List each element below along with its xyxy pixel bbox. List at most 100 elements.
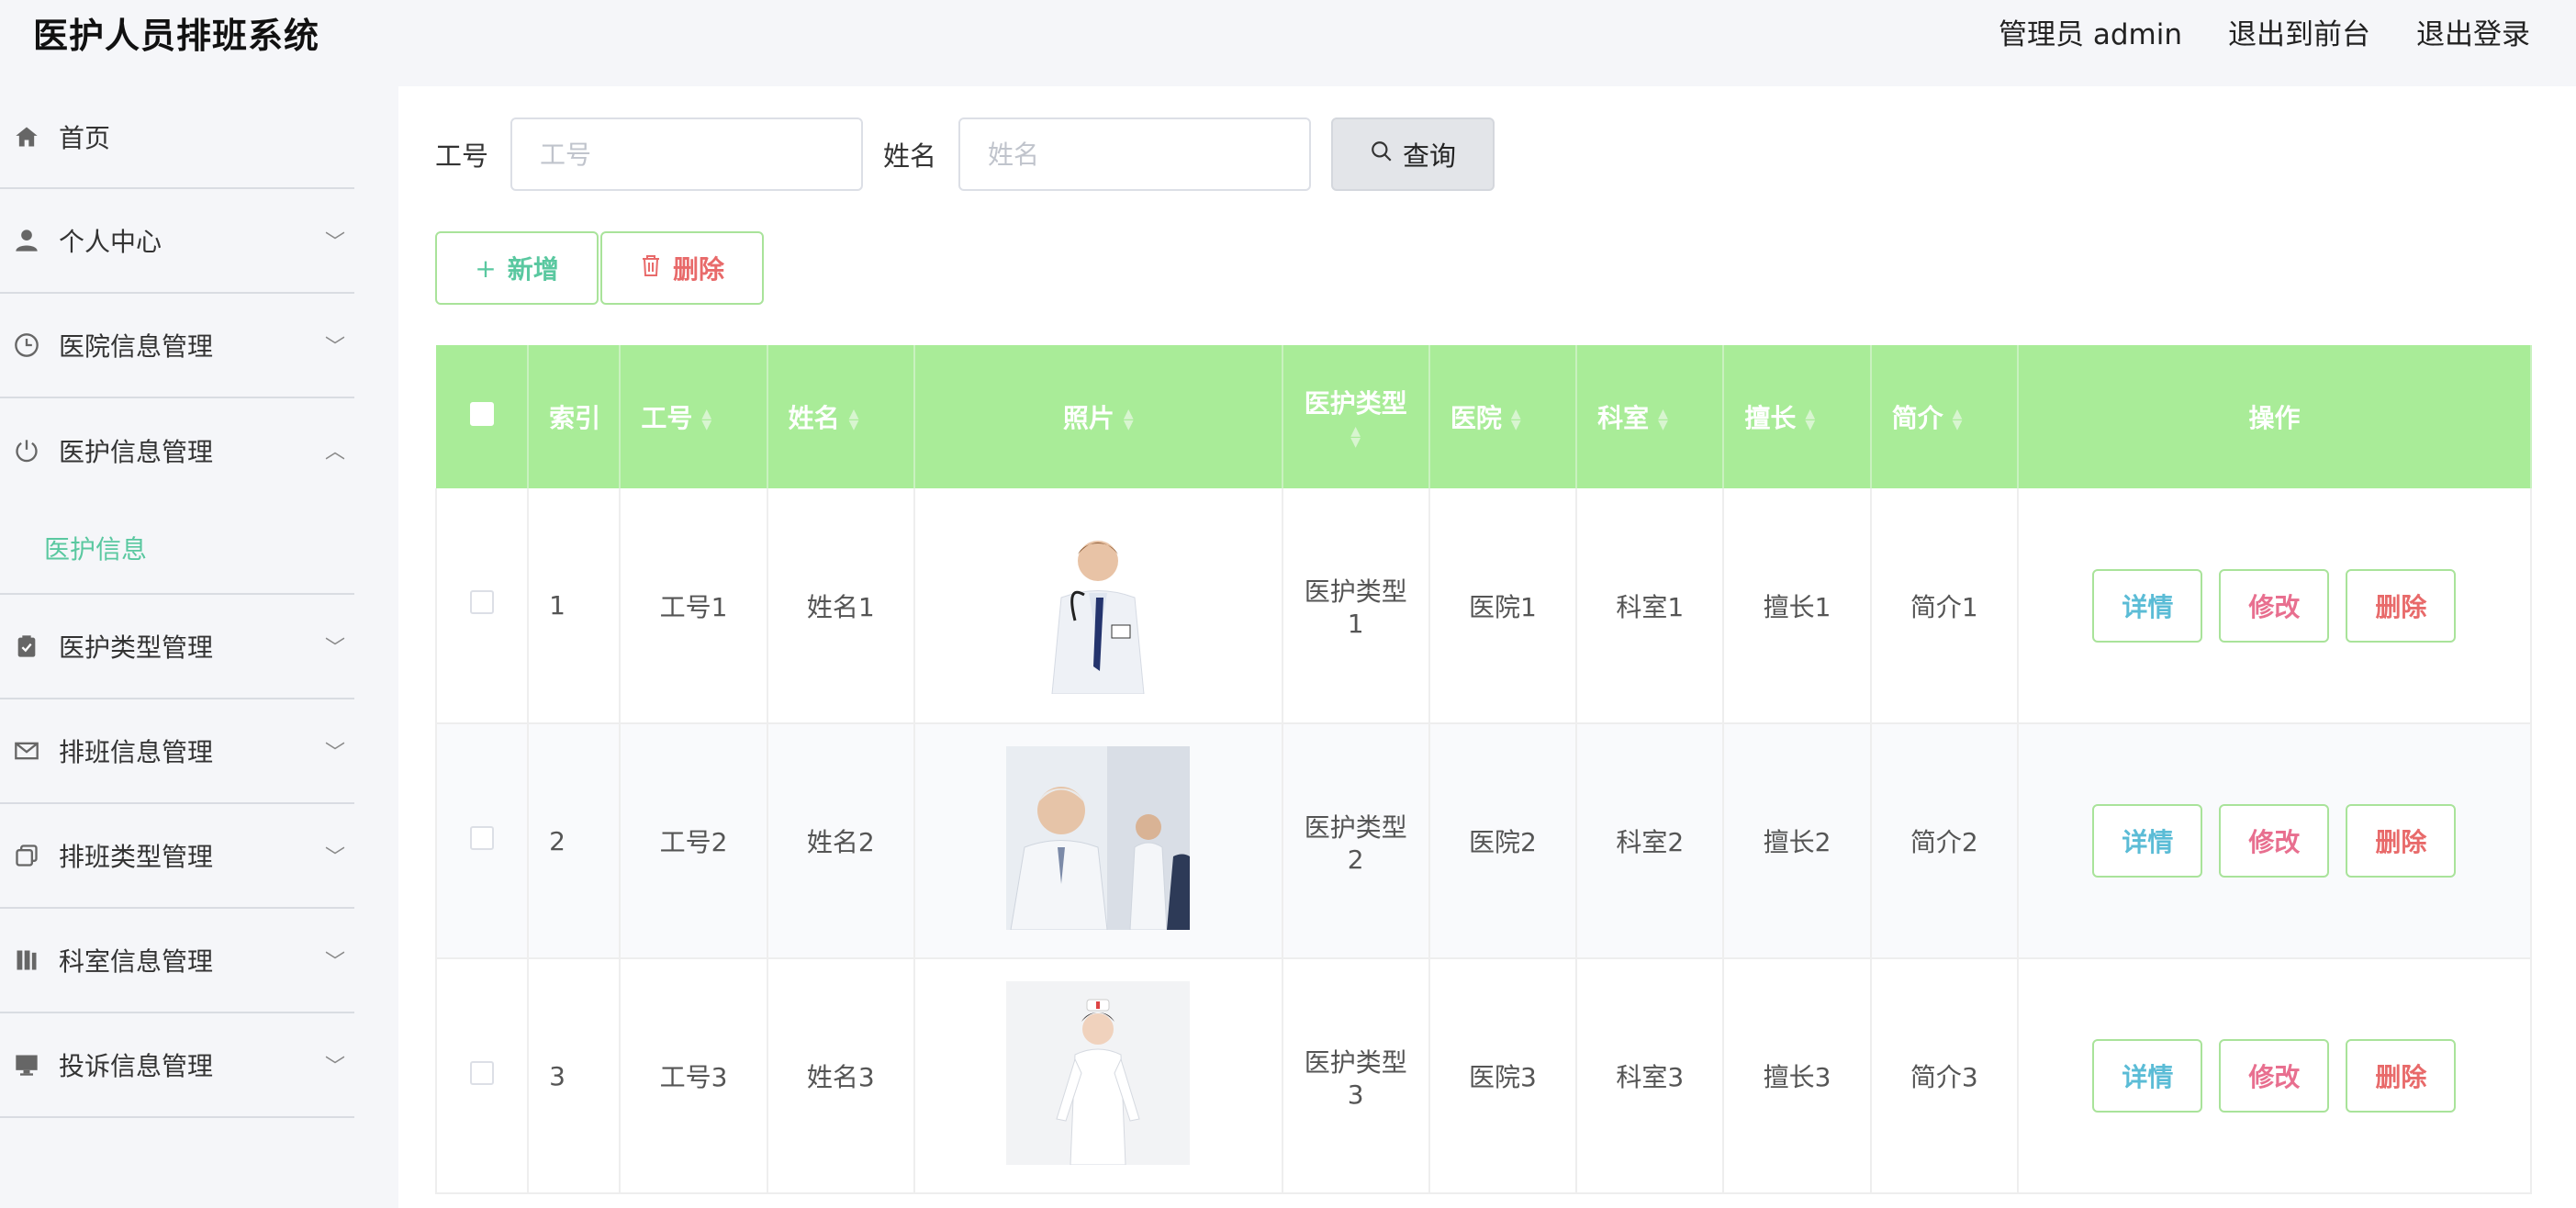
hospital-cell: 医院2 bbox=[1428, 723, 1578, 959]
monitor-icon bbox=[13, 1051, 40, 1079]
detail-button[interactable]: 详情 bbox=[2092, 804, 2203, 878]
batch-delete-button[interactable]: 删除 bbox=[600, 231, 764, 305]
sidebar-item-hospital[interactable]: 医院信息管理 ﹀ bbox=[0, 294, 354, 398]
mail-icon bbox=[13, 737, 40, 765]
hospital-cell: 医院3 bbox=[1428, 958, 1578, 1194]
column-header: 索引 bbox=[528, 345, 622, 488]
chevron-down-icon: ﹀ bbox=[324, 336, 345, 359]
sort-icon[interactable]: ▲ ▼ bbox=[1511, 408, 1521, 431]
operations-cell: 详情 修改 删除 bbox=[2017, 488, 2533, 724]
chevron-down-icon: ﹀ bbox=[324, 637, 345, 660]
delete-button[interactable]: 删除 bbox=[2346, 1039, 2457, 1113]
sort-icon[interactable]: ▲ ▼ bbox=[849, 408, 859, 431]
sort-icon[interactable]: ▲ ▼ bbox=[1124, 408, 1134, 431]
main-content: 工号 姓名 查询 + 新增 删除 bbox=[398, 86, 2576, 1208]
sidebar-item-profile[interactable]: 个人中心 ﹀ bbox=[0, 189, 354, 294]
sort-icon[interactable]: ▲ ▼ bbox=[1805, 408, 1815, 431]
column-header[interactable]: 擅长 ▲ ▼ bbox=[1723, 345, 1872, 488]
select-all-checkbox[interactable] bbox=[469, 401, 494, 426]
department-cell: 科室3 bbox=[1576, 958, 1725, 1194]
sort-icon[interactable]: ▲ ▼ bbox=[1658, 408, 1668, 431]
table-header-row: 索引 工号 ▲ ▼ 姓名 ▲ ▼ 照片 ▲ ▼ 医护类型 ▲ ▼ 医院 ▲ ▼ 科室 ▲ ▼ 擅长 ▲ ▼ … bbox=[436, 345, 2533, 488]
staff-id-input[interactable] bbox=[510, 117, 864, 191]
chevron-down-icon: ﹀ bbox=[324, 846, 345, 869]
delete-button[interactable]: 删除 bbox=[2346, 568, 2457, 643]
name-cell: 姓名1 bbox=[767, 488, 915, 724]
staff-table: 索引 工号 ▲ ▼ 姓名 ▲ ▼ 照片 ▲ ▼ 医护类型 ▲ ▼ 医院 ▲ ▼ 科室 ▲ ▼ 擅长 ▲ ▼ … bbox=[434, 345, 2533, 1194]
user-icon bbox=[13, 227, 40, 254]
detail-button[interactable]: 详情 bbox=[2092, 568, 2203, 643]
sidebar-item-medical-type[interactable]: 医护类型管理 ﹀ bbox=[0, 595, 354, 699]
home-icon bbox=[13, 123, 40, 151]
sidebar-item-label: 个人中心 bbox=[59, 227, 162, 257]
column-header[interactable]: 简介 ▲ ▼ bbox=[1870, 345, 2019, 488]
add-label: 新增 bbox=[507, 254, 559, 285]
type-cell: 医护类型 2 bbox=[1282, 723, 1430, 959]
row-checkbox[interactable] bbox=[470, 590, 495, 614]
column-header[interactable]: 照片 ▲ ▼ bbox=[913, 345, 1283, 488]
sidebar-item-home[interactable]: 首页 bbox=[0, 86, 354, 189]
top-bar: 医护人员排班系统 管理员 admin 退出到前台 退出登录 bbox=[0, 0, 2576, 86]
index-cell: 1 bbox=[528, 488, 622, 724]
edit-button[interactable]: 修改 bbox=[2219, 804, 2330, 878]
intro-cell: 简介1 bbox=[1870, 488, 2019, 724]
sidebar-item-schedule[interactable]: 排班信息管理 ﹀ bbox=[0, 699, 354, 804]
sort-icon[interactable]: ▲ ▼ bbox=[1953, 408, 1963, 431]
table-row: 2 工号2 姓名2 医护类型 2 医院2 科室2 擅长2 简介2 详情 修改 删… bbox=[434, 723, 2533, 959]
department-cell: 科室2 bbox=[1576, 723, 1725, 959]
table-row: 3 工号3 姓名3 医护类型 3 医院3 科室3 擅长3 简介3 详情 修改 删… bbox=[434, 958, 2533, 1194]
exit-to-front-link[interactable]: 退出到前台 bbox=[2228, 11, 2370, 52]
column-header[interactable]: 工号 ▲ ▼ bbox=[620, 345, 768, 488]
search-bar: 工号 姓名 查询 bbox=[435, 117, 1495, 191]
copy-icon bbox=[13, 842, 40, 869]
hospital-cell: 医院1 bbox=[1428, 488, 1578, 724]
staff-id-cell: 工号2 bbox=[620, 723, 768, 959]
row-select-cell bbox=[434, 488, 530, 724]
sidebar: 首页 个人中心 ﹀ 医院信息管理 ﹀ 医护信息管理 ︿ 医护信息 医护类型管理 … bbox=[0, 86, 354, 1208]
logout-link[interactable]: 退出登录 bbox=[2416, 11, 2530, 52]
intro-cell: 简介3 bbox=[1870, 958, 2019, 1194]
name-label: 姓名 bbox=[883, 140, 937, 172]
plus-icon: + bbox=[475, 252, 497, 284]
nurse-photo bbox=[1006, 980, 1191, 1165]
operations-cell: 详情 修改 删除 bbox=[2017, 958, 2533, 1194]
chevron-down-icon: ﹀ bbox=[324, 742, 345, 765]
current-user: 管理员 admin bbox=[1999, 18, 2182, 51]
sidebar-item-medical-staff[interactable]: 医护信息管理 ︿ bbox=[0, 398, 354, 503]
table-row: 1 工号1 姓名1 医护类型 1 医院1 科室1 擅长1 简介1 详情 修改 删… bbox=[434, 488, 2533, 724]
add-button[interactable]: + 新增 bbox=[435, 231, 599, 305]
row-checkbox[interactable] bbox=[470, 825, 495, 850]
sidebar-item-label: 医护类型管理 bbox=[59, 632, 214, 663]
sort-icon[interactable]: ▲ ▼ bbox=[701, 408, 711, 431]
sidebar-item-department[interactable]: 科室信息管理 ﹀ bbox=[0, 909, 354, 1013]
sort-icon[interactable]: ▲ ▼ bbox=[1350, 425, 1361, 449]
staff-id-cell: 工号1 bbox=[620, 488, 768, 724]
skill-cell: 擅长1 bbox=[1723, 488, 1872, 724]
column-header[interactable]: 科室 ▲ ▼ bbox=[1576, 345, 1725, 488]
edit-button[interactable]: 修改 bbox=[2219, 1039, 2330, 1113]
operations-cell: 详情 修改 删除 bbox=[2017, 723, 2533, 959]
edit-button[interactable]: 修改 bbox=[2219, 568, 2330, 643]
sidebar-item-complaint[interactable]: 投诉信息管理 ﹀ bbox=[0, 1013, 354, 1118]
skill-cell: 擅长3 bbox=[1723, 958, 1872, 1194]
photo-cell bbox=[913, 488, 1283, 724]
delete-label: 删除 bbox=[672, 254, 724, 285]
column-header: 操作 bbox=[2017, 345, 2533, 488]
column-header[interactable]: 医院 ▲ ▼ bbox=[1428, 345, 1578, 488]
doctor-photo bbox=[1025, 510, 1172, 694]
sidebar-item-schedule-type[interactable]: 排班类型管理 ﹀ bbox=[0, 804, 354, 909]
row-select-cell bbox=[434, 958, 530, 1194]
detail-button[interactable]: 详情 bbox=[2092, 1039, 2203, 1113]
trash-icon bbox=[640, 253, 662, 284]
photo-cell bbox=[913, 958, 1283, 1194]
column-header[interactable]: 姓名 ▲ ▼ bbox=[767, 345, 915, 488]
submenu-item-medical-info[interactable]: 医护信息 bbox=[0, 503, 354, 595]
column-header[interactable]: 医护类型 ▲ ▼ bbox=[1282, 345, 1430, 488]
delete-button[interactable]: 删除 bbox=[2346, 804, 2457, 878]
query-button[interactable]: 查询 bbox=[1331, 117, 1495, 191]
row-checkbox[interactable] bbox=[470, 1060, 495, 1085]
name-input[interactable] bbox=[958, 117, 1312, 191]
action-bar: + 新增 删除 bbox=[435, 231, 764, 305]
sidebar-item-label: 医护信息管理 bbox=[59, 437, 214, 467]
staff-id-label: 工号 bbox=[435, 140, 489, 172]
